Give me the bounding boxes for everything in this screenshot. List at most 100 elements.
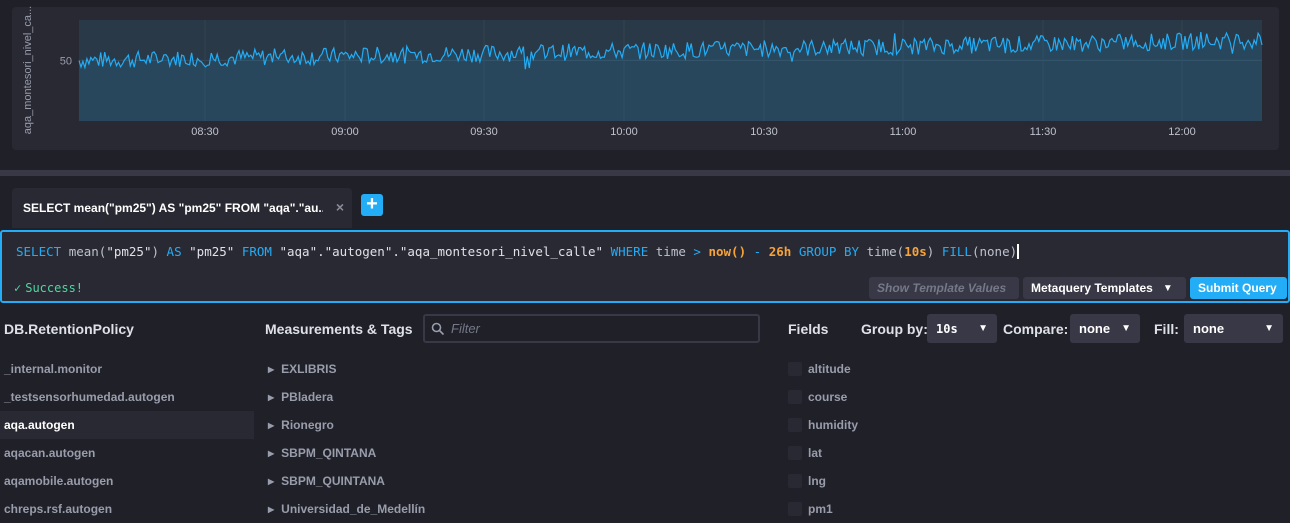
field-list-item[interactable]: pm1 [788, 495, 858, 523]
measurement-label: SBPM_QINTANA [281, 446, 377, 460]
field-label: course [808, 390, 848, 404]
query-tab[interactable]: SELECT mean("pm25") AS "pm25" FROM "aqa"… [12, 188, 352, 228]
db-list-item[interactable]: aqa.autogen [0, 411, 254, 439]
q-interval: 10s [904, 244, 927, 259]
kw-group-by: GROUP BY [798, 244, 860, 259]
measurement-list-item[interactable]: ▶ EXLIBRIS [268, 355, 425, 383]
compare-value: none [1079, 321, 1111, 336]
x-tick-label: 09:30 [470, 126, 498, 138]
compare-label: Compare: [1003, 321, 1069, 337]
field-checkbox[interactable] [788, 362, 802, 376]
tab-label: SELECT mean("pm25") AS "pm25" FROM "aqa"… [23, 201, 323, 215]
measurement-label: SBPM_QUINTANA [281, 474, 385, 488]
caret-down-icon: ▼ [1121, 323, 1131, 334]
q-time-fn: time( [866, 244, 905, 259]
x-tick-label: 10:00 [610, 126, 638, 138]
field-checkbox[interactable] [788, 502, 802, 516]
kw-where: WHERE [610, 244, 649, 259]
measurement-list-item[interactable]: ▶ SBPM_QUINTANA [268, 467, 425, 495]
x-tick-label: 12:00 [1168, 126, 1196, 138]
fn-mean: mean( [68, 244, 107, 259]
filter-input[interactable] [451, 321, 751, 336]
measurements-header: Measurements & Tags [265, 321, 413, 337]
metaquery-templates-dropdown[interactable]: Metaquery Templates ▼ [1023, 277, 1186, 299]
add-query-button[interactable]: + [361, 194, 383, 216]
db-list-item[interactable]: chreps.rsf.autogen [0, 495, 254, 523]
field-list-item[interactable]: course [788, 383, 858, 411]
field-checkbox[interactable] [788, 474, 802, 488]
measurement-label: Universidad_de_Medellín [281, 502, 426, 516]
y-axis-label: aqa_montesori_nivel_ca... [22, 5, 34, 135]
measurement-label: Rionegro [281, 418, 334, 432]
expand-arrow-icon[interactable]: ▶ [268, 393, 274, 402]
db-header: DB.RetentionPolicy [4, 321, 134, 337]
measurement-list-item[interactable]: ▶ Rionegro [268, 411, 425, 439]
kw-select: SELECT [16, 244, 62, 259]
field-checkbox[interactable] [788, 418, 802, 432]
group-by-select[interactable]: 10s ▼ [927, 314, 997, 343]
expand-arrow-icon[interactable]: ▶ [268, 477, 274, 486]
search-icon [431, 322, 445, 335]
fill-label: Fill: [1154, 321, 1179, 337]
fill-value: none [1193, 321, 1225, 336]
q-gt: > [693, 244, 701, 259]
q-alias: "pm25" [189, 244, 235, 259]
show-template-values-button[interactable]: Show Template Values [869, 277, 1019, 299]
field-list-item[interactable]: lng [788, 467, 858, 495]
graph-area: 50 08:30 09:00 09:30 10:00 10:30 11:00 11:30 12:… [0, 0, 1290, 172]
query-text[interactable]: SELECT mean("pm25") AS "pm25" FROM "aqa"… [16, 244, 1020, 259]
q-fill-arg: (none) [971, 244, 1018, 259]
q-minus: - [753, 244, 762, 259]
field-label: lng [808, 474, 826, 488]
field-label: pm1 [808, 502, 833, 516]
kw-fill: FILL [941, 244, 972, 259]
field-list-item[interactable]: altitude [788, 355, 858, 383]
metaquery-label: Metaquery Templates [1031, 281, 1153, 295]
field-list-item[interactable]: lat [788, 439, 858, 467]
field-label: lat [808, 446, 823, 460]
db-list-item[interactable]: aqamobile.autogen [0, 467, 254, 495]
caret-down-icon: ▼ [1162, 282, 1173, 294]
measurement-list-item[interactable]: ▶ Universidad_de_Medellín [268, 495, 425, 523]
q-field: "pm25" [106, 244, 152, 259]
db-list-item[interactable]: _internal.monitor [0, 355, 254, 383]
compare-select[interactable]: none ▼ [1070, 314, 1140, 343]
time-series-chart[interactable]: 50 08:30 09:00 09:30 10:00 10:30 11:00 11:30 12:… [0, 0, 1290, 172]
field-checkbox[interactable] [788, 390, 802, 404]
status-text: Success! [25, 281, 84, 295]
query-status: ✓ Success! [14, 281, 83, 295]
db-list-item[interactable]: _testsensorhumedad.autogen [0, 383, 254, 411]
close-icon[interactable]: × [336, 199, 344, 215]
group-by-label: Group by: [861, 321, 928, 337]
field-checkbox[interactable] [788, 446, 802, 460]
submit-query-button[interactable]: Submit Query [1190, 277, 1287, 299]
caret-down-icon: ▼ [1264, 323, 1274, 334]
expand-arrow-icon[interactable]: ▶ [268, 421, 274, 430]
db-list-item[interactable]: aqacan.autogen [0, 439, 254, 467]
y-tick-label: 50 [60, 55, 72, 67]
x-tick-label: 08:30 [191, 126, 219, 138]
x-tick-label: 10:30 [750, 126, 778, 138]
fill-select[interactable]: none ▼ [1184, 314, 1283, 343]
field-list-item[interactable]: humidity [788, 411, 858, 439]
expand-arrow-icon[interactable]: ▶ [268, 449, 274, 458]
fields-header: Fields [788, 321, 829, 337]
filter-field[interactable] [423, 314, 760, 343]
x-tick-label: 11:30 [1030, 126, 1057, 138]
measurement-list-item[interactable]: ▶ SBPM_QINTANA [268, 439, 425, 467]
field-list: altitude course humidity lat lng pm1 [788, 355, 858, 523]
q-measurement: "aqa"."autogen"."aqa_montesori_nivel_cal… [279, 244, 604, 259]
measurement-list-item[interactable]: ▶ PBladera [268, 383, 425, 411]
x-tick-label: 11:00 [890, 126, 917, 138]
measurement-label: EXLIBRIS [281, 362, 337, 376]
db-list: _internal.monitor _testsensorhumedad.auto… [0, 355, 254, 523]
measurement-label: PBladera [281, 390, 334, 404]
q-paren2: ) [926, 244, 935, 259]
q-now: now() [708, 244, 747, 259]
expand-arrow-icon[interactable]: ▶ [268, 365, 274, 374]
field-label: altitude [808, 362, 851, 376]
kw-from: FROM [241, 244, 272, 259]
query-editor[interactable]: SELECT mean("pm25") AS "pm25" FROM "aqa"… [0, 230, 1290, 303]
schema-explorer: DB.RetentionPolicy Measurements & Tags F… [0, 303, 1290, 516]
field-label: humidity [808, 418, 858, 432]
